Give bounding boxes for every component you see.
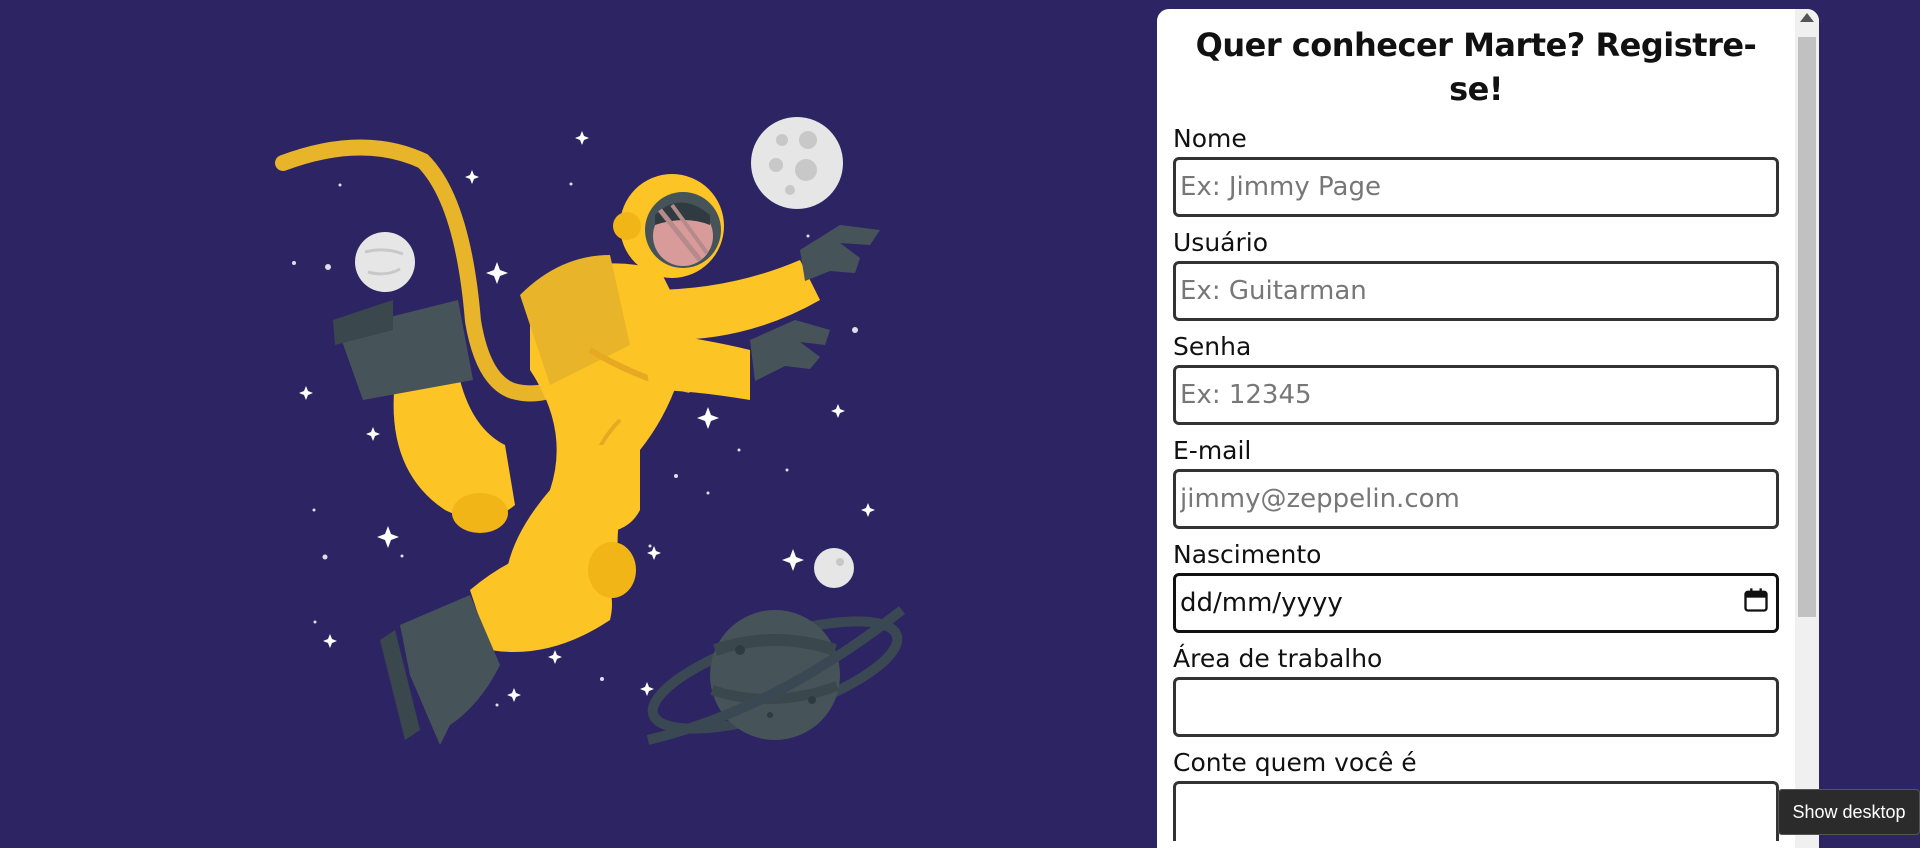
moon-large [751,117,843,209]
registration-form-panel: Quer conhecer Marte? Registre-se! Nome U… [1157,9,1819,848]
conte-quem-voce-e-textarea[interactable] [1173,781,1779,841]
form-scrollbar[interactable] [1795,9,1819,848]
field-nome: Nome [1173,123,1779,217]
scroll-up-arrow-icon[interactable] [1800,13,1814,22]
email-label: E-mail [1173,436,1252,465]
ringed-planet [646,606,906,745]
field-conte-quem-voce-e: Conte quem você é [1173,747,1779,841]
moon-left [355,232,415,292]
form-title: Quer conhecer Marte? Registre-se! [1195,26,1757,108]
field-nascimento: Nascimento dd/mm/yyyy [1173,539,1779,633]
astronaut-helmet [613,174,724,278]
astronaut-illustration [0,0,1157,848]
show-desktop-tooltip: Show desktop [1778,789,1920,835]
registration-form: Quer conhecer Marte? Registre-se! Nome U… [1157,9,1795,848]
nascimento-date-input[interactable]: dd/mm/yyyy [1173,573,1779,633]
moon-small [814,548,854,588]
area-trabalho-input[interactable] [1173,677,1779,737]
email-input[interactable] [1173,469,1779,529]
field-area-trabalho: Área de trabalho [1173,643,1779,737]
field-email: E-mail [1173,435,1779,529]
field-usuario: Usuário [1173,227,1779,321]
scroll-thumb[interactable] [1798,37,1816,617]
conte-quem-voce-e-label: Conte quem você é [1173,748,1417,777]
usuario-input[interactable] [1173,261,1779,321]
nome-label: Nome [1173,124,1247,153]
area-trabalho-label: Área de trabalho [1173,644,1383,673]
senha-input[interactable] [1173,365,1779,425]
calendar-icon[interactable] [1742,586,1770,621]
astronaut-back-leg [333,300,515,533]
date-value: dd/mm/yyyy [1180,588,1343,618]
field-senha: Senha [1173,331,1779,425]
nascimento-label: Nascimento [1173,540,1322,569]
usuario-label: Usuário [1173,228,1269,257]
nome-input[interactable] [1173,157,1779,217]
senha-label: Senha [1173,332,1252,361]
